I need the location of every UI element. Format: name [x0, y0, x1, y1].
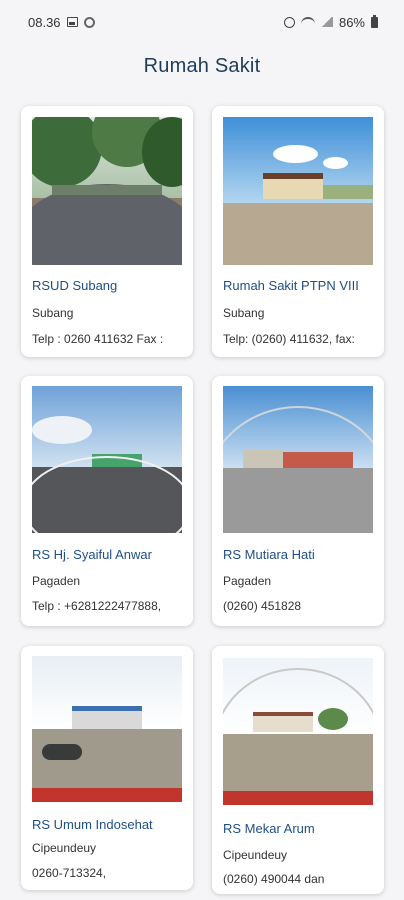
hospital-phone: Telp : 0260 411632 Fax :	[32, 332, 164, 346]
alarm-icon	[283, 16, 295, 28]
hospital-name: RS Umum Indosehat	[32, 817, 153, 832]
hospital-city: Pagaden	[32, 574, 81, 588]
gallery-icon	[66, 17, 78, 27]
battery-percent: 86%	[338, 14, 365, 30]
hospital-card-mutiara-hati[interactable]: RS Mutiara Hati Pagaden (0260) 451828	[212, 376, 384, 626]
battery-icon	[371, 14, 378, 28]
hospital-city: Cipeundeuy	[32, 841, 97, 855]
hospital-city: Pagaden	[223, 574, 272, 588]
hospital-name: RS Mekar Arum	[223, 821, 315, 836]
hospital-card-mekar-arum[interactable]: RS Mekar Arum Cipeundeuy (0260) 490044 d…	[212, 646, 384, 894]
hospital-name: RSUD Subang	[32, 278, 118, 293]
wifi-icon	[300, 17, 315, 27]
clock: 08.36	[28, 14, 61, 30]
hospital-city: Cipeundeuy	[223, 848, 288, 862]
sync-circle-icon	[83, 16, 95, 28]
hospital-city: Subang	[223, 306, 265, 320]
hospital-phone: (0260) 451828	[223, 599, 302, 613]
status-right: 86%	[283, 14, 378, 30]
hospital-phone: 0260-713324,	[32, 866, 107, 880]
hospital-card-ptpn-viii[interactable]: Rumah Sakit PTPN VIII Subang Telp: (0260…	[212, 106, 384, 357]
status-bar: 08.36 86%	[0, 0, 404, 44]
hospital-photo	[223, 386, 373, 533]
hospital-photo	[223, 658, 373, 805]
hospital-phone: Telp : +6281222477888,	[32, 599, 162, 613]
hospital-photo	[32, 386, 182, 533]
hospital-card-syaiful-anwar[interactable]: RS Hj. Syaiful Anwar Pagaden Telp : +628…	[21, 376, 193, 626]
hospital-photo	[32, 117, 182, 265]
hospital-phone: Telp: (0260) 411632, fax:	[223, 332, 355, 346]
hospital-name: RS Mutiara Hati	[223, 547, 315, 562]
hospital-card-rsud-subang[interactable]: RSUD Subang Subang Telp : 0260 411632 Fa…	[21, 106, 193, 357]
hospital-phone: (0260) 490044 dan	[223, 872, 325, 886]
hospital-name: RS Hj. Syaiful Anwar	[32, 547, 152, 562]
page-title: Rumah Sakit	[143, 55, 261, 77]
hospital-photo	[32, 656, 182, 802]
hospital-city: Subang	[32, 306, 74, 320]
status-left: 08.36	[28, 15, 95, 30]
hospital-photo	[223, 117, 373, 265]
signal-icon	[320, 17, 333, 27]
hospital-card-umum-indosehat[interactable]: RS Umum Indosehat Cipeundeuy 0260-713324…	[21, 646, 193, 890]
hospital-name: Rumah Sakit PTPN VIII	[223, 278, 359, 293]
